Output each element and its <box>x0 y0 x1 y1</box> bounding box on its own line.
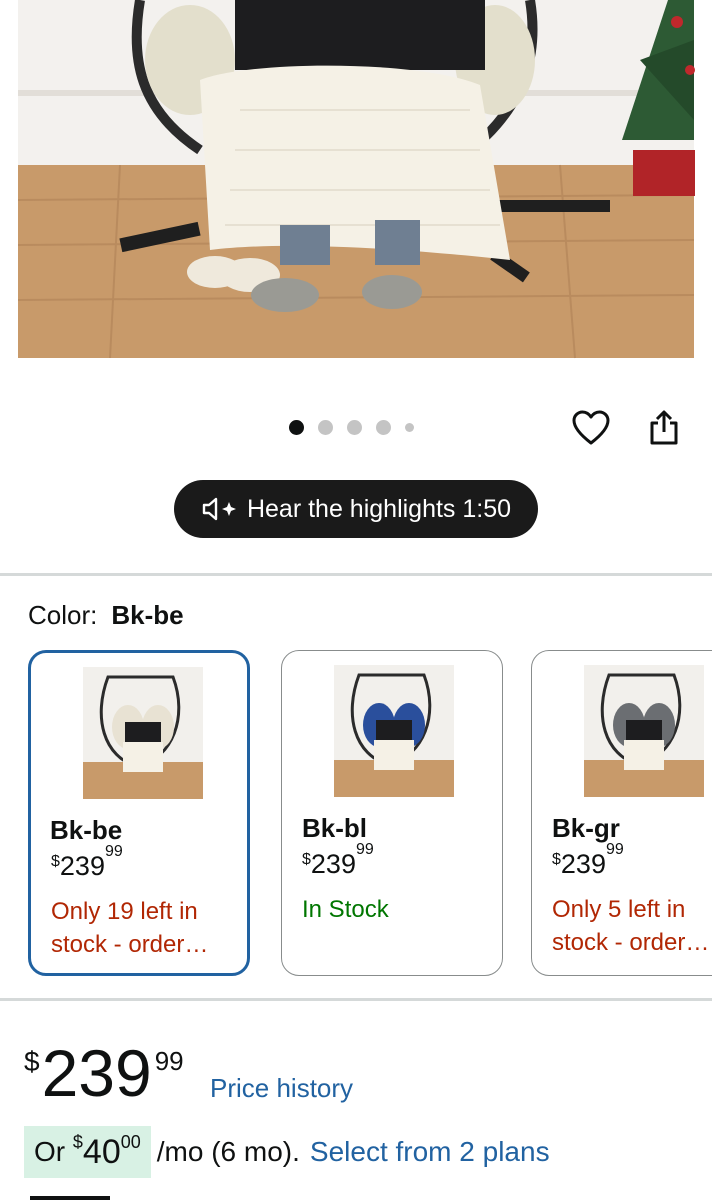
monthly-whole: 40 <box>82 1132 121 1171</box>
carousel-indicator[interactable] <box>289 420 414 435</box>
price-currency: $ <box>302 851 311 868</box>
share-icon <box>650 410 678 445</box>
main-price: $ 239 99 <box>24 1040 184 1106</box>
heart-icon <box>572 410 610 445</box>
swatch-bk-gr[interactable]: Bk-gr $23999 Only 5 left in stock - orde… <box>531 650 712 976</box>
swatch-name: Bk-be <box>50 815 123 845</box>
swatch-thumbnail <box>334 665 454 797</box>
carousel-dot[interactable] <box>347 420 362 435</box>
hear-highlights-label: Hear the highlights 1:50 <box>246 494 512 523</box>
share-button[interactable] <box>643 407 685 449</box>
monthly-currency: $ <box>72 1131 83 1152</box>
color-selector-label: Color: Bk-be <box>28 600 184 631</box>
section-divider <box>0 573 712 576</box>
price-fraction: 99 <box>605 841 624 858</box>
price-whole: 239 <box>310 849 356 879</box>
carousel-dot[interactable] <box>289 420 304 435</box>
section-divider <box>0 998 712 1001</box>
monthly-fraction: 00 <box>120 1131 141 1152</box>
price-whole: 239 <box>41 1036 152 1110</box>
price-currency: $ <box>51 853 60 870</box>
swatch-stock-status: Only 19 left in stock - order soon <box>51 898 198 958</box>
price-whole: 239 <box>59 851 105 881</box>
swatch-bk-be[interactable]: Bk-be $23999 Only 19 left in stock - ord… <box>28 650 250 976</box>
monthly-suffix: /mo (6 mo). <box>156 1136 300 1167</box>
swatch-price: $23999 <box>51 843 123 882</box>
monthly-prefix: Or <box>34 1136 73 1167</box>
select-plans-link[interactable]: Select from 2 plans <box>310 1136 550 1168</box>
product-photo <box>17 0 695 359</box>
color-label: Color: <box>28 600 98 630</box>
hear-highlights-button[interactable]: Hear the highlights 1:50 <box>174 480 538 538</box>
price-history-link[interactable]: Price history <box>210 1073 353 1104</box>
color-value: Bk-be <box>111 600 184 630</box>
monthly-amount-badge: Or $40 00 <box>24 1126 151 1178</box>
price-fraction: 99 <box>104 843 123 860</box>
swatch-stock-status: Only 5 left in stock - order soon <box>552 896 686 956</box>
monthly-payment: Or $40 00 /mo (6 mo). Select from 2 plans <box>24 1126 550 1178</box>
price-fraction: 99 <box>154 1046 184 1076</box>
swatch-bk-bl[interactable]: Bk-bl $23999 In Stock <box>281 650 503 976</box>
swatch-price: $23999 <box>302 841 374 880</box>
wishlist-button[interactable] <box>570 407 612 449</box>
price-currency: $ <box>24 1046 40 1077</box>
swatch-thumbnail <box>584 665 704 797</box>
swatch-thumbnail <box>83 667 203 799</box>
color-swatches: Bk-be $23999 Only 19 left in stock - ord… <box>0 650 712 978</box>
carousel-dot[interactable] <box>318 420 333 435</box>
price-whole: 239 <box>560 849 606 879</box>
price-currency: $ <box>552 851 561 868</box>
price-fraction: 99 <box>355 841 374 858</box>
home-indicator <box>30 1196 110 1200</box>
swatch-name: Bk-bl <box>302 813 367 843</box>
swatch-stock-status: In Stock <box>302 896 389 923</box>
swatch-name: Bk-gr <box>552 813 620 843</box>
swatch-price: $23999 <box>552 841 624 880</box>
speaker-sparkle-icon <box>202 497 236 521</box>
carousel-dot[interactable] <box>405 423 414 432</box>
product-image[interactable] <box>0 0 712 360</box>
carousel-dot[interactable] <box>376 420 391 435</box>
